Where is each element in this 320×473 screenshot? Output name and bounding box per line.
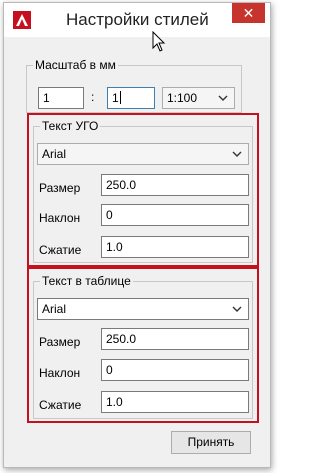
table-slant-label: Наклон	[39, 366, 81, 380]
ugo-slant-input[interactable]: 0	[101, 204, 249, 226]
ugo-slant-label: Наклон	[39, 211, 81, 225]
chevron-down-icon	[232, 151, 242, 157]
style-settings-dialog: Настройки стилей ✕ Масштаб в мм 1 : 1 1:…	[3, 2, 271, 468]
text-caret	[119, 91, 121, 104]
close-button[interactable]: ✕	[232, 3, 265, 23]
ugo-size-label: Размер	[39, 181, 81, 195]
scale-right-value: 1	[112, 91, 119, 105]
ugo-font-value: Arial	[42, 147, 67, 161]
chevron-down-icon	[218, 95, 228, 101]
scale-left-input[interactable]: 1	[38, 87, 84, 109]
ugo-font-select[interactable]: Arial	[37, 143, 249, 165]
title-bar[interactable]: Настройки стилей ✕	[4, 3, 270, 37]
chevron-down-icon	[232, 306, 242, 312]
table-font-value: Arial	[42, 302, 67, 316]
table-compress-label: Сжатие	[39, 398, 82, 412]
table-compress-input[interactable]: 1.0	[101, 391, 249, 413]
ugo-compress-input[interactable]: 1.0	[101, 236, 249, 258]
ugo-compress-label: Сжатие	[39, 243, 82, 257]
scale-ratio-value: 1:100	[167, 91, 198, 105]
ugo-text-group-label: Текст УГО	[40, 119, 101, 133]
ugo-size-input[interactable]: 250.0	[101, 174, 249, 196]
scale-separator: :	[91, 90, 95, 104]
scale-right-input[interactable]: 1	[107, 87, 155, 109]
table-size-input[interactable]: 250.0	[101, 328, 249, 350]
apply-button[interactable]: Принять	[171, 431, 251, 454]
table-text-group-label: Текст в таблице	[40, 274, 133, 288]
mouse-cursor-icon	[152, 31, 166, 52]
window-title: Настройки стилей	[66, 10, 209, 29]
table-font-select[interactable]: Arial	[37, 298, 249, 320]
scale-ratio-select[interactable]: 1:100	[162, 87, 235, 109]
scale-group-label: Масштаб в мм	[33, 58, 118, 72]
app-logo-icon	[13, 11, 31, 29]
table-size-label: Размер	[39, 335, 81, 349]
table-slant-input[interactable]: 0	[101, 359, 249, 381]
